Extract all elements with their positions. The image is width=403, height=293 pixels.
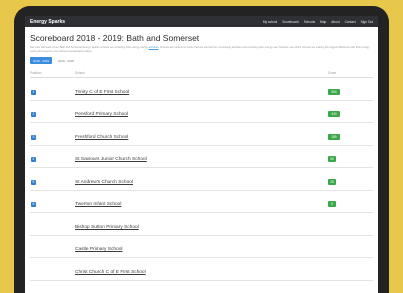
position-badge: 6: [31, 202, 36, 208]
position-badge: 4: [31, 157, 36, 163]
position-empty: [30, 249, 31, 250]
school-link[interactable]: Christ Church C of E First School: [75, 270, 146, 275]
nav-link-about[interactable]: About: [331, 20, 339, 24]
table-row: Bishop Sutton Primary School: [30, 213, 373, 236]
school-link[interactable]: St Andrew's Church School: [75, 180, 133, 185]
navbar: Energy Sparks My school Scoreboard Schoo…: [25, 16, 378, 27]
score-empty: [328, 272, 329, 273]
intro-text: See how well each of our Bath and Somers…: [30, 46, 372, 54]
nav-link-contact[interactable]: Contact: [345, 20, 356, 24]
score-badge: 550: [328, 88, 340, 95]
table-row: 4 St Saviours Junior Church School 50: [30, 146, 373, 168]
table-row: 2 Pensford Primary School 340: [30, 101, 373, 123]
nav-link-schools[interactable]: Schools: [304, 20, 315, 24]
school-header: School: [75, 70, 85, 75]
score-badge: 5: [328, 201, 336, 208]
position-empty: [30, 272, 31, 273]
score-badge: 285: [328, 133, 340, 140]
school-link[interactable]: Castle Primary School: [75, 247, 122, 252]
position-header: Position: [30, 70, 42, 75]
score-badge: 25: [328, 178, 336, 185]
table-row: 6 Twerton Infant School 5: [30, 191, 373, 213]
screen: Energy Sparks My school Scoreboard Schoo…: [25, 16, 378, 293]
table-row: Castle Primary School: [30, 236, 373, 258]
nav-links: My school Scoreboard Schools Map About C…: [263, 20, 373, 24]
scoreboard-table: Position School Score 1 Trinity C of E F…: [30, 68, 373, 281]
school-link[interactable]: Trinity C of E First School: [75, 90, 129, 95]
school-link[interactable]: St Saviours Junior Church School: [75, 157, 147, 162]
school-link[interactable]: Bishop Sutton Primary School: [75, 225, 139, 230]
intro-text-start: See how well each of our Bath and Somers…: [30, 46, 148, 49]
nav-link-scoreboard[interactable]: Scoreboard: [282, 20, 298, 24]
school-link[interactable]: Twerton Infant School: [75, 202, 121, 207]
nav-link-my-school[interactable]: My school: [263, 20, 277, 24]
tab-2018-2019[interactable]: 2018 - 2019: [30, 57, 53, 64]
nav-link-map[interactable]: Map: [320, 20, 326, 24]
position-badge: 3: [31, 134, 36, 140]
position-badge: 2: [31, 112, 36, 118]
activities-link[interactable]: activities: [149, 46, 159, 49]
score-header: Score: [328, 70, 337, 75]
score-badge: 50: [328, 156, 336, 163]
table-header: Position School Score: [30, 68, 373, 78]
score-empty: [328, 227, 329, 228]
table-row: 5 St Andrew's Church School 25: [30, 168, 373, 191]
school-link[interactable]: Freshford Church School: [75, 135, 128, 140]
score-empty: [328, 249, 329, 250]
page-title: Scoreboard 2018 - 2019: Bath and Somerse…: [30, 33, 200, 43]
brand-logo[interactable]: Energy Sparks: [30, 19, 65, 25]
school-link[interactable]: Pensford Primary School: [75, 112, 128, 117]
year-tabs: 2018 - 2019 2019 - 2020: [30, 57, 373, 64]
tab-2019-2020[interactable]: 2019 - 2020: [55, 57, 77, 64]
position-badge: 1: [31, 89, 36, 95]
table-row: 3 Freshford Church School 285: [30, 123, 373, 146]
position-badge: 5: [31, 179, 36, 185]
score-badge: 340: [328, 111, 340, 118]
nav-link-sign-out[interactable]: Sign Out: [361, 20, 373, 24]
table-row: Christ Church C of E First School: [30, 258, 373, 281]
position-empty: [30, 227, 31, 228]
main-content: Scoreboard 2018 - 2019: Bath and Somerse…: [25, 33, 378, 281]
table-row: 1 Trinity C of E First School 550: [30, 78, 373, 101]
